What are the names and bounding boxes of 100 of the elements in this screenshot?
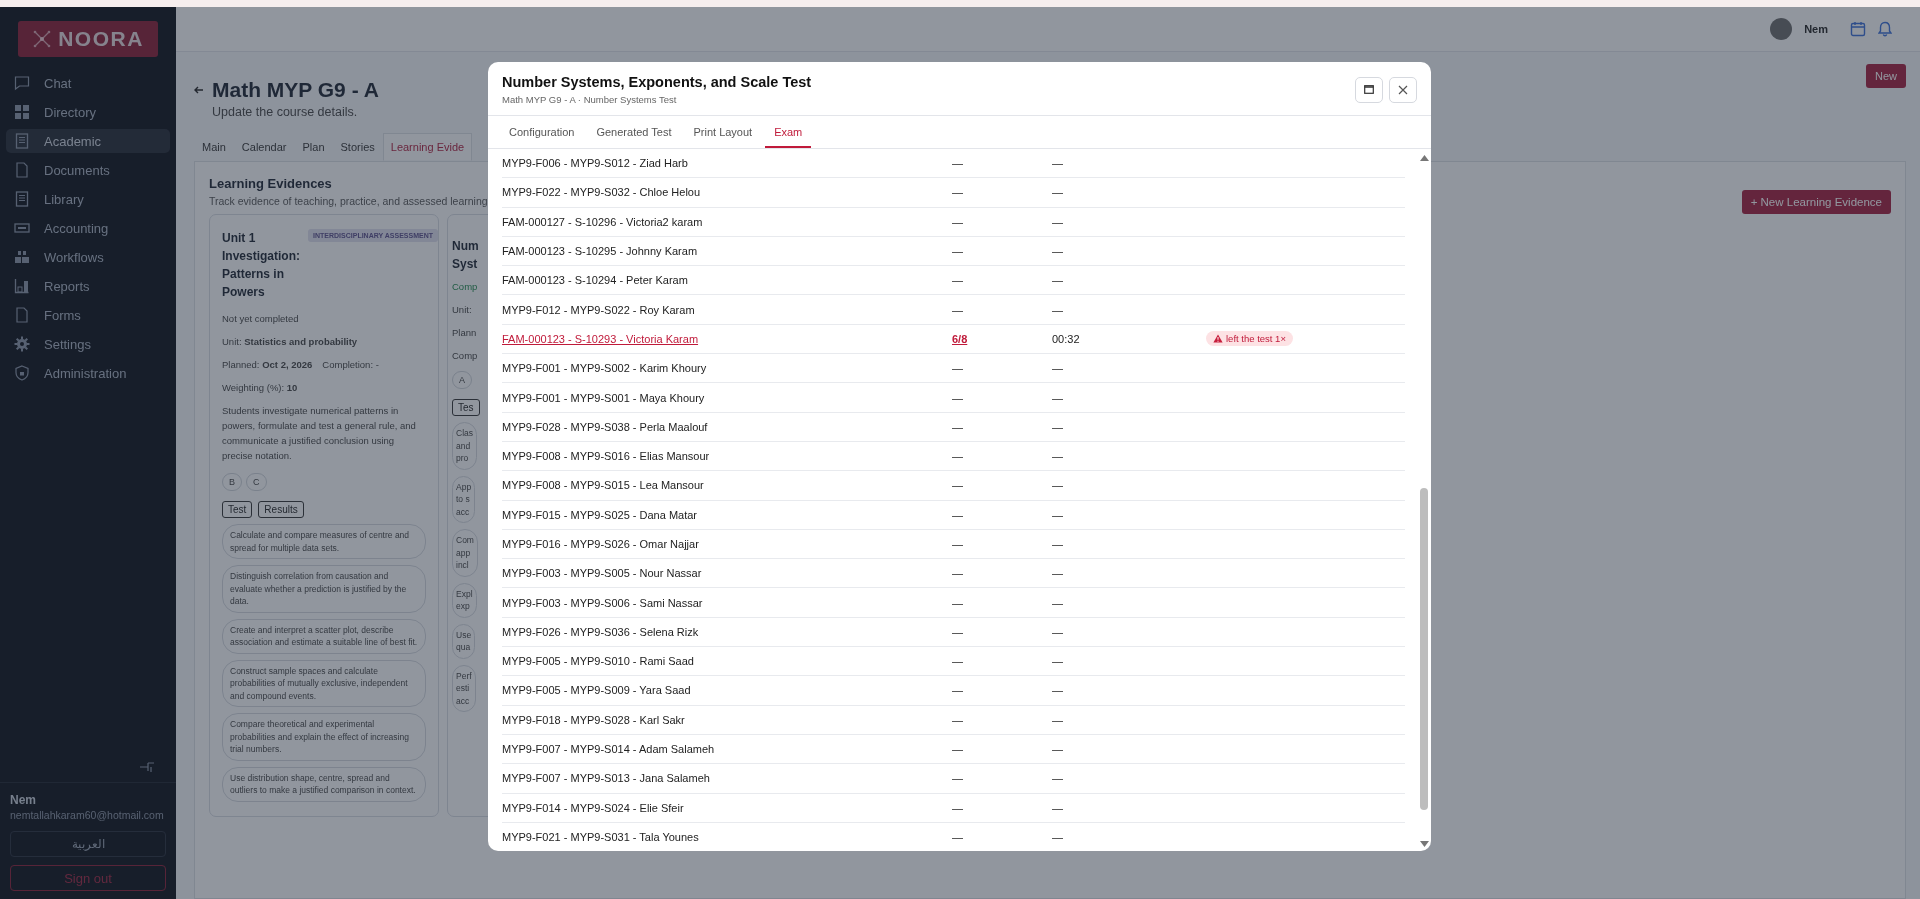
student-name: MYP9-F007 - MYP9-S013 - Jana Salameh (502, 772, 711, 785)
nav-item[interactable]: Accounting (6, 216, 170, 240)
time-text: — (1052, 596, 1064, 609)
student-name: MYP9-F018 - MYP9-S028 - Karl Sakr (502, 713, 686, 726)
tab[interactable]: Stories (332, 133, 383, 161)
student-name: MYP9-F014 - MYP9-S024 - Elie Sfeir (502, 801, 685, 814)
student-name: MYP9-F016 - MYP9-S026 - Omar Najjar (502, 538, 700, 550)
nav-item[interactable]: Directory (6, 100, 170, 124)
student-name: MYP9-F008 - MYP9-S015 - Lea Mansour (502, 479, 705, 492)
card-button[interactable]: Test (222, 501, 253, 518)
nav-item[interactable]: Settings (6, 332, 170, 356)
time-text: — (1052, 567, 1064, 580)
student-name: MYP9-F015 - MYP9-S025 - Dana Matar (502, 508, 699, 521)
chart-icon (14, 278, 30, 294)
student-name: MYP9-F005 - MYP9-S009 - Yara Saad (502, 684, 692, 697)
scrollbar-thumb[interactable] (1420, 487, 1428, 811)
objective-pill: Create and interpret a scatter plot, describe association and estimate a suitable line of best fit. (222, 618, 426, 654)
tab[interactable]: Configuration (500, 116, 584, 148)
score-text: — (952, 245, 964, 258)
gear-icon (14, 336, 30, 352)
tab[interactable]: Plan (294, 133, 333, 161)
calendar-icon[interactable] (1850, 21, 1866, 37)
time-text: — (1052, 684, 1064, 697)
nav-item[interactable]: Reports (6, 274, 170, 298)
scroll-down-icon[interactable] (1419, 841, 1429, 847)
new-button[interactable]: New (1866, 64, 1906, 88)
student-name: MYP9-F006 - MYP9-S012 - Ziad Harb (502, 157, 689, 170)
objective-pill: Calculate and compare measures of centre and spread for multiple data sets. (222, 524, 426, 559)
card-title: Unit 1 Investigation: Patterns in Powers (222, 230, 301, 301)
card-icon (14, 220, 30, 236)
nav-item[interactable]: Forms (6, 303, 170, 327)
student-name: MYP9-F001 - MYP9-S001 - Maya Khoury (502, 391, 706, 404)
section-title: Learning Evidences (209, 176, 333, 191)
score-text: — (952, 274, 964, 287)
nav-item[interactable]: Documents (6, 158, 170, 182)
time-text: — (1052, 743, 1064, 756)
objective-pill: Compare theoretical and experimental probabilities and explain the effect of increasing trial numbers. (222, 713, 426, 761)
nav-item[interactable]: Administration (6, 361, 170, 385)
tab[interactable]: Learning Evide (382, 133, 473, 161)
score-text: — (952, 743, 964, 756)
time-text: — (1052, 772, 1064, 785)
time-text: — (1052, 538, 1064, 550)
close-icon (1398, 84, 1408, 95)
time-text: — (1052, 274, 1064, 287)
score-text: — (952, 215, 964, 228)
workflow-icon (14, 249, 30, 265)
maximize-icon (1364, 85, 1374, 94)
tab[interactable]: Generated Test (587, 116, 681, 148)
student-name: MYP9-F007 - MYP9-S014 - Adam Salameh (502, 743, 716, 756)
planned-date: Plann (452, 327, 477, 338)
score-text: — (952, 508, 964, 521)
back-arrow-icon[interactable] (194, 86, 204, 94)
tab[interactable]: Print Layout (684, 116, 762, 148)
tab[interactable]: Exam (765, 116, 812, 148)
student-name: MYP9-F022 - MYP9-S032 - Chloe Helou (502, 186, 702, 199)
time-text: 00:32 (1052, 332, 1081, 345)
chat-icon (14, 75, 30, 91)
book-icon (14, 191, 30, 207)
completion-text: Comp (452, 350, 478, 361)
student-name: MYP9-F001 - MYP9-S002 - Karim Khoury (502, 362, 708, 375)
time-text: — (1052, 157, 1064, 170)
warning-text: left the test 1× (1226, 333, 1286, 345)
time-text: — (1052, 245, 1064, 258)
tab[interactable]: Main (194, 133, 234, 161)
user-name: Nem (1804, 23, 1828, 35)
student-link[interactable]: FAM-000123 - S-10293 - Victoria Karam (502, 332, 952, 345)
time-text: — (1052, 186, 1064, 199)
time-text: — (1052, 479, 1064, 492)
user-email: nemtallahkaram60@hotmail.com (10, 809, 165, 821)
new-learning-evidence-button[interactable]: + New Learning Evidence (1741, 190, 1891, 214)
tab[interactable]: Calendar (233, 133, 295, 161)
time-text: — (1052, 801, 1064, 814)
time-text: — (1052, 655, 1064, 668)
grid-icon (14, 104, 30, 120)
nav-item[interactable]: Chat (6, 71, 170, 95)
objective-pill: Use distribution shape, centre, spread and outliers to make a justified comparison in context. (222, 766, 426, 802)
language-button[interactable]: العربية (10, 831, 166, 857)
score-link[interactable]: 6/8 (952, 332, 1052, 345)
time-text: — (1052, 508, 1064, 521)
page-subtitle: Update the course details. (212, 105, 359, 119)
time-text: — (1052, 215, 1064, 228)
score-text: — (952, 362, 964, 375)
student-name: MYP9-F005 - MYP9-S010 - Rami Saad (502, 655, 695, 668)
nav-item[interactable]: Workflows (6, 245, 170, 269)
close-button[interactable] (1389, 76, 1417, 103)
bell-icon[interactable] (1878, 21, 1892, 37)
time-text: — (1052, 625, 1064, 638)
avatar[interactable] (1770, 18, 1793, 40)
logo-icon (32, 29, 53, 49)
card-button[interactable]: Tes (452, 399, 480, 416)
planned-date: Planned: Oct 2, 2026 (222, 359, 313, 370)
nav-item[interactable]: Academic (6, 129, 170, 153)
score-text: — (952, 538, 964, 550)
card-button[interactable]: Results (258, 501, 304, 518)
maximize-button[interactable] (1355, 76, 1383, 103)
score-text: — (952, 801, 964, 814)
section-subtitle: Track evidence of teaching, practice, and assessed learning (209, 195, 488, 207)
student-name: FAM-000123 - S-10294 - Peter Karam (502, 274, 689, 287)
time-text: — (1052, 830, 1064, 843)
nav-item[interactable]: Library (6, 187, 170, 211)
